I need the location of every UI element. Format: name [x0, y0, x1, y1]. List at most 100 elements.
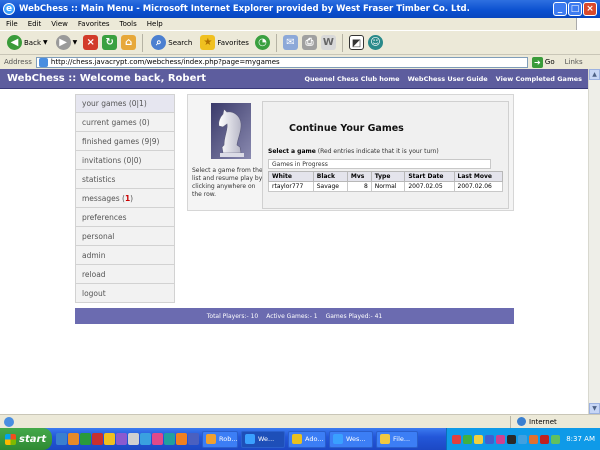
- messenger-icon[interactable]: ☺: [367, 35, 383, 50]
- start-button[interactable]: start: [0, 428, 52, 450]
- quicklaunch-app-icon[interactable]: [164, 433, 175, 445]
- page-status-icon: [4, 416, 14, 427]
- taskbar-item[interactable]: We...: [241, 430, 285, 448]
- nav-admin[interactable]: admin: [75, 246, 175, 265]
- back-button[interactable]: ◀ Back ▼: [5, 35, 50, 50]
- start-label: start: [19, 433, 47, 445]
- vertical-scrollbar[interactable]: ▲ ▼: [588, 69, 600, 414]
- tray-icon[interactable]: [496, 434, 506, 444]
- print-icon[interactable]: ⎙: [301, 35, 317, 50]
- menu-edit[interactable]: Edit: [28, 20, 42, 28]
- quicklaunch-app-icon[interactable]: [116, 433, 127, 445]
- edit-page-icon[interactable]: W: [320, 35, 336, 50]
- nav-preferences[interactable]: preferences: [75, 208, 175, 227]
- table-row[interactable]: rtaylor777 Savage 8 Normal 2007.02.05 20…: [268, 181, 504, 192]
- select-game-note: (Red entries indicate that it is your tu…: [317, 148, 439, 155]
- close-button[interactable]: ×: [583, 2, 597, 16]
- minimize-button[interactable]: _: [553, 2, 567, 16]
- quicklaunch-app-icon[interactable]: [188, 433, 199, 445]
- nav-your-games[interactable]: your games (0|1): [75, 94, 175, 113]
- quicklaunch-app-icon[interactable]: [68, 433, 79, 445]
- nav-messages[interactable]: messages ( 1 ): [75, 189, 175, 208]
- tray-icon[interactable]: [452, 434, 462, 444]
- windows-logo-icon: [576, 18, 600, 30]
- games-played: Games Played:- 41: [325, 312, 383, 320]
- quicklaunch-app-icon[interactable]: [128, 433, 139, 445]
- cell-white: rtaylor777: [268, 181, 314, 192]
- research-icon[interactable]: ◩: [348, 35, 364, 50]
- go-label: Go: [544, 58, 555, 66]
- back-label: Back: [24, 38, 41, 47]
- nav-current-games[interactable]: current games (0): [75, 113, 175, 132]
- tray-icon[interactable]: [518, 434, 528, 444]
- tray-icon[interactable]: [540, 434, 550, 444]
- quicklaunch-app-icon[interactable]: [152, 433, 163, 445]
- tray-icon[interactable]: [485, 434, 495, 444]
- forward-button[interactable]: ▶ ▼: [54, 35, 80, 50]
- quicklaunch-app-icon[interactable]: [104, 433, 115, 445]
- tray-icon[interactable]: [551, 434, 561, 444]
- cell-black: Savage: [312, 181, 348, 192]
- quick-launch: [56, 433, 199, 445]
- nav-messages-label: messages (: [82, 193, 125, 203]
- stats-footer: Total Players:- 10 Active Games:- 1 Game…: [75, 308, 514, 324]
- links-button[interactable]: Links: [565, 58, 583, 66]
- total-players: Total Players:- 10: [206, 312, 259, 320]
- nav-reload[interactable]: reload: [75, 265, 175, 284]
- scroll-down-icon[interactable]: ▼: [589, 403, 600, 414]
- menu-file[interactable]: File: [6, 20, 18, 28]
- refresh-icon[interactable]: ↻: [102, 35, 118, 50]
- windows-flag-icon: [5, 433, 16, 445]
- chevron-down-icon: ▼: [43, 39, 48, 46]
- address-bar: Address http://chess.javacrypt.com/webch…: [0, 55, 600, 69]
- forward-arrow-icon: ▶: [55, 35, 71, 50]
- taskbar-item[interactable]: Rob...: [202, 430, 238, 448]
- star-icon: ★: [200, 35, 216, 50]
- tray-icon[interactable]: [507, 434, 517, 444]
- nav-logout[interactable]: logout: [75, 284, 175, 303]
- search-label: Search: [168, 38, 193, 47]
- ie-logo-icon: e: [3, 3, 15, 15]
- quicklaunch-app-icon[interactable]: [80, 433, 91, 445]
- link-chess-club-home[interactable]: Queenel Chess Club home: [304, 75, 399, 83]
- tray-icon[interactable]: [529, 434, 539, 444]
- home-icon[interactable]: ⌂: [121, 35, 137, 50]
- menu-view[interactable]: View: [51, 20, 68, 28]
- nav-personal[interactable]: personal: [75, 227, 175, 246]
- link-user-guide[interactable]: WebChess User Guide: [408, 75, 488, 83]
- taskbar-item[interactable]: File...: [376, 430, 418, 448]
- site-header: WebChess :: Welcome back, Robert Queenel…: [0, 69, 588, 88]
- tray-icon[interactable]: [474, 434, 484, 444]
- maximize-button[interactable]: □: [568, 2, 582, 16]
- system-tray: 8:37 AM: [446, 428, 600, 450]
- column-header: Black: [312, 171, 348, 182]
- tray-icon[interactable]: [463, 434, 473, 444]
- nav-statistics[interactable]: statistics: [75, 170, 175, 189]
- nav-finished-games[interactable]: finished games (9|9): [75, 132, 175, 151]
- favorites-button[interactable]: ★ Favorites: [198, 35, 251, 50]
- menu-help[interactable]: Help: [147, 20, 163, 28]
- taskbar-item[interactable]: Ado...: [288, 430, 326, 448]
- quicklaunch-app-icon[interactable]: [140, 433, 151, 445]
- site-top-links: Queenel Chess Club home WebChess User Gu…: [304, 75, 588, 83]
- go-button[interactable]: ➜ Go: [531, 56, 555, 68]
- page-icon: [38, 57, 48, 67]
- menu-favorites[interactable]: Favorites: [78, 20, 110, 28]
- mail-icon[interactable]: ✉: [282, 35, 298, 50]
- nav-invitations[interactable]: invitations (0|0): [75, 151, 175, 170]
- taskbar-item[interactable]: Wes...: [329, 430, 373, 448]
- select-game-instruction: Select a game (Red entries indicate that…: [268, 148, 439, 155]
- menu-tools[interactable]: Tools: [120, 20, 137, 28]
- search-button[interactable]: ⌕ Search: [149, 35, 194, 50]
- quicklaunch-app-icon[interactable]: [92, 433, 103, 445]
- link-completed-games[interactable]: View Completed Games: [496, 75, 582, 83]
- address-url: http://chess.javacrypt.com/webchess/inde…: [50, 58, 280, 66]
- quicklaunch-app-icon[interactable]: [56, 433, 67, 445]
- history-icon[interactable]: ◔: [254, 35, 270, 50]
- address-input[interactable]: http://chess.javacrypt.com/webchess/inde…: [35, 56, 528, 68]
- scroll-up-icon[interactable]: ▲: [589, 69, 600, 80]
- chess-knight-icon: [211, 103, 251, 159]
- stop-icon[interactable]: ×: [83, 35, 99, 50]
- go-arrow-icon: ➜: [531, 56, 543, 68]
- quicklaunch-app-icon[interactable]: [176, 433, 187, 445]
